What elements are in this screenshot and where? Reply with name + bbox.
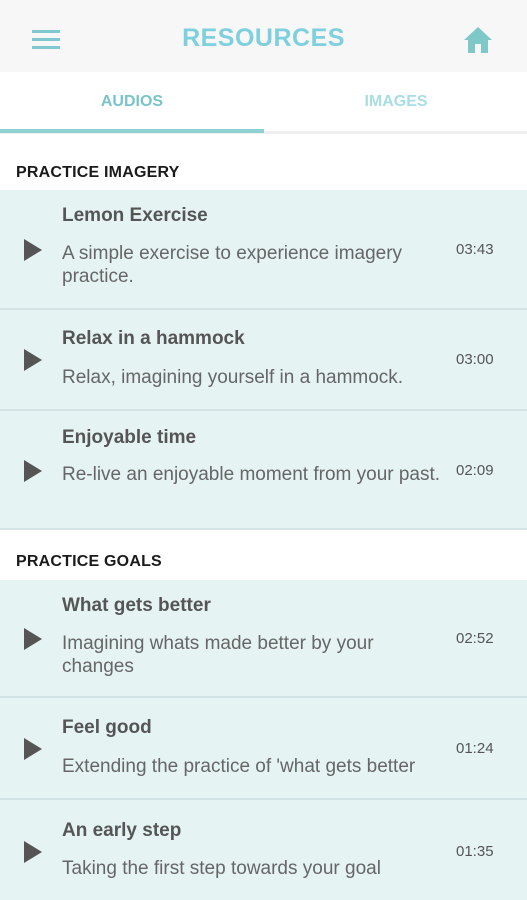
item-duration: 01:35 — [456, 843, 494, 860]
active-tab-indicator — [0, 129, 264, 133]
item-description: Imagining whats made better by your chan… — [62, 633, 374, 677]
item-title: Lemon Exercise — [62, 205, 208, 226]
item-description: Relax, imagining yourself in a hammock. — [62, 367, 404, 388]
item-duration: 01:24 — [456, 740, 494, 757]
play-icon[interactable] — [24, 738, 42, 760]
play-icon[interactable] — [24, 841, 42, 863]
item-description: A simple exercise to experience imagery … — [62, 243, 403, 287]
play-icon[interactable] — [24, 628, 42, 650]
list-item[interactable]: What gets better Imagining whats made be… — [0, 580, 527, 698]
section-header-practice-imagery: PRACTICE IMAGERY — [16, 164, 180, 181]
list-item[interactable]: An early step Taking the first step towa… — [0, 800, 527, 900]
play-icon[interactable] — [24, 239, 42, 261]
item-duration: 03:43 — [456, 241, 494, 258]
item-title: An early step — [62, 820, 182, 841]
tab-images[interactable]: IMAGES — [264, 72, 527, 131]
item-title: Feel good — [62, 717, 152, 738]
item-description: Taking the first step towards your goal — [62, 858, 381, 879]
section-header-practice-goals: PRACTICE GOALS — [16, 553, 162, 570]
list-item[interactable]: Feel good Extending the practice of 'wha… — [0, 698, 527, 800]
list-item[interactable]: Enjoyable time Re-live an enjoyable mome… — [0, 411, 527, 530]
list-item[interactable]: Lemon Exercise A simple exercise to expe… — [0, 190, 527, 310]
item-duration: 02:52 — [456, 630, 494, 647]
play-icon[interactable] — [24, 460, 42, 482]
page-title: RESOURCES — [182, 24, 345, 52]
top-app-bar: RESOURCES — [0, 0, 527, 72]
play-icon[interactable] — [24, 349, 42, 371]
item-title: Relax in a hammock — [62, 328, 245, 349]
tab-bar: AUDIOS IMAGES — [0, 72, 527, 134]
item-description: Re-live an enjoyable moment from your pa… — [62, 464, 441, 485]
item-description: Extending the practice of 'what gets bet… — [62, 756, 416, 777]
item-duration: 03:00 — [456, 351, 494, 368]
item-duration: 02:09 — [456, 462, 494, 479]
item-title: Enjoyable time — [62, 427, 197, 448]
home-icon[interactable] — [462, 24, 494, 56]
item-title: What gets better — [62, 595, 211, 616]
list-item[interactable]: Relax in a hammock Relax, imagining your… — [0, 310, 527, 411]
tab-audios[interactable]: AUDIOS — [0, 72, 264, 131]
